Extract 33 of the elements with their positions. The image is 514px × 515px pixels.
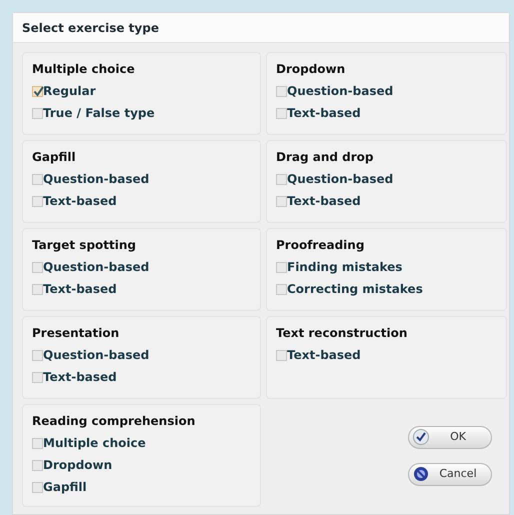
option-label[interactable]: Dropdown <box>43 456 112 474</box>
option-label[interactable]: Text-based <box>287 192 361 210</box>
dialog-title: Select exercise type <box>22 21 159 35</box>
check-icon <box>413 429 429 445</box>
group-title: Dropdown <box>276 61 346 78</box>
option-label[interactable]: Text-based <box>43 368 117 386</box>
group-title: Target spotting <box>32 237 136 254</box>
option-label[interactable]: Question-based <box>287 82 394 100</box>
option-label[interactable]: Question-based <box>43 170 150 188</box>
checkbox[interactable] <box>32 86 43 96</box>
option-label[interactable]: Text-based <box>287 346 361 364</box>
option-label[interactable]: Text-based <box>43 192 117 210</box>
group-title: Text reconstruction <box>276 325 408 342</box>
option-label[interactable]: Text-based <box>43 280 117 298</box>
option-label[interactable]: Multiple choice <box>43 434 146 452</box>
option-label[interactable]: Regular <box>43 82 96 100</box>
option-label[interactable]: True / False type <box>43 104 155 122</box>
cancel-icon <box>413 466 429 482</box>
option-label[interactable]: Correcting mistakes <box>287 280 423 298</box>
option-label[interactable]: Gapfill <box>43 478 87 496</box>
group-title: Reading comprehension <box>32 413 196 430</box>
option-label[interactable]: Finding mistakes <box>287 258 402 276</box>
option-label[interactable]: Text-based <box>287 104 361 122</box>
group-title: Proofreading <box>276 237 364 254</box>
option-label[interactable]: Question-based <box>43 346 150 364</box>
option-label[interactable]: Question-based <box>43 258 150 276</box>
group-title: Drag and drop <box>276 149 374 166</box>
group-title: Gapfill <box>32 149 76 166</box>
ok-button[interactable]: OK <box>408 426 492 448</box>
cancel-button[interactable]: Cancel <box>408 462 492 486</box>
group-title: Presentation <box>32 325 120 342</box>
option-label[interactable]: Question-based <box>287 170 394 188</box>
group-title: Multiple choice <box>32 61 135 78</box>
